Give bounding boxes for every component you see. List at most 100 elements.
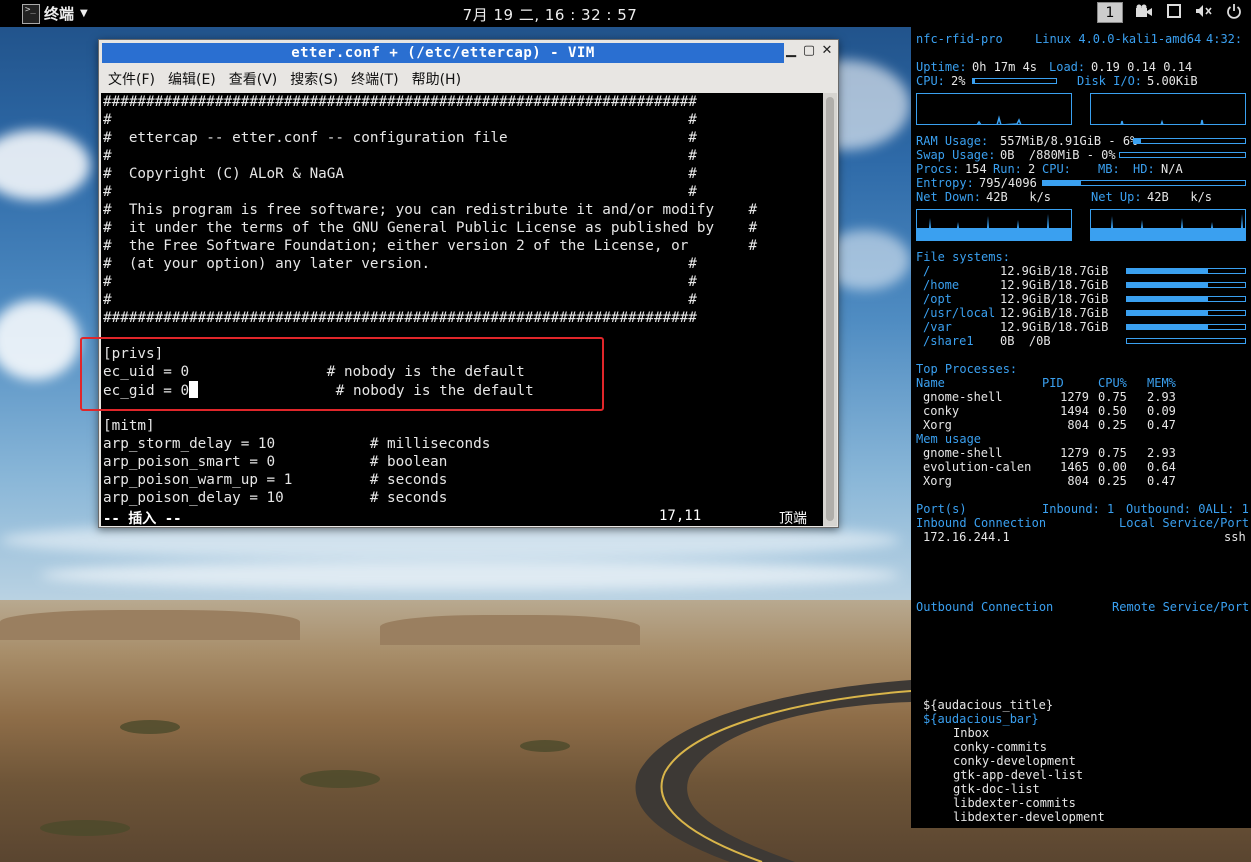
terminal-text-area[interactable]: ########################################… [101, 93, 823, 526]
editor-line: arp_poison_delay = 10 # seconds [103, 490, 448, 506]
proc-header-cpu: CPU% [1098, 376, 1127, 390]
fs-usage-bar-fill [1127, 269, 1209, 273]
disk-value: 5.00KiB [1147, 74, 1198, 88]
menu-edit[interactable]: 编辑(E) [168, 69, 216, 89]
fs-usage: 12.9GiB/18.7GiB [1000, 278, 1109, 292]
menu-terminal[interactable]: 终端(T) [351, 69, 398, 89]
disk-label: Disk I/O: [1077, 74, 1143, 88]
power-icon[interactable] [1225, 3, 1243, 23]
proc-pid: 804 [1067, 474, 1089, 488]
mail-folder-item: conky-commits [953, 740, 1047, 754]
entropy-label: Entropy: [916, 176, 974, 190]
proc-name: conky [923, 404, 960, 418]
inbound-ip: 172.16.244.1 [923, 530, 1010, 544]
window-controls: ▁ ▢ ✕ [783, 43, 835, 59]
fs-mount: /opt [923, 292, 952, 306]
entropy-bar [1042, 180, 1246, 186]
fs-usage: 12.9GiB/18.7GiB [1000, 264, 1109, 278]
proc-mem: 2.93 [1147, 446, 1176, 460]
fs-mount: /usr/local [923, 306, 996, 320]
audacious-title: ${audacious_title} [923, 698, 1054, 712]
scrollbar[interactable] [823, 93, 837, 526]
hd-temp-value: N/A [1161, 162, 1183, 176]
window-title[interactable]: etter.conf + (/etc/ettercap) - VIM [102, 43, 784, 63]
proc-mem: 0.09 [1147, 404, 1176, 418]
proc-cpu: 0.00 [1098, 460, 1127, 474]
conky-panel: nfc-rfid-pro Linux 4.0.0-kali1-amd64 4:3… [911, 27, 1251, 828]
cpu-temp-label: CPU: [1042, 162, 1071, 176]
uptime-label: Uptime: [916, 60, 967, 74]
screen-icon[interactable] [1165, 3, 1183, 22]
editor-line: # # [103, 148, 697, 164]
menu-view[interactable]: 查看(V) [229, 69, 278, 89]
scrollbar-thumb[interactable] [826, 97, 834, 521]
editor-line: ########################################… [103, 94, 697, 110]
net-up-graph [1090, 209, 1246, 241]
wallpaper-brush [120, 720, 180, 734]
disk-graph [1090, 93, 1246, 125]
load-label: Load: [1049, 60, 1086, 74]
fs-usage-bar-fill [1127, 325, 1209, 329]
editor-line: # # [103, 112, 697, 128]
mail-folder-item: libdexter-commits [953, 796, 1076, 810]
clock[interactable]: 7月 19 二, 16 : 32 : 57 [0, 4, 1100, 25]
mem-usage-header: Mem usage [916, 432, 982, 446]
camera-icon[interactable] [1135, 3, 1153, 22]
top-bar: >_ 终端 ▼ 7月 19 二, 16 : 32 : 57 1 [0, 0, 1251, 27]
mail-folder-item: gtk-doc-list [953, 782, 1040, 796]
proc-pid: 1279 [1060, 390, 1089, 404]
mail-folder-item: conky-development [953, 754, 1076, 768]
entropy-value: 795/4096 [979, 176, 1037, 190]
fs-usage-bar [1126, 282, 1246, 288]
annotation-highlight-box [80, 337, 604, 411]
proc-pid: 804 [1067, 418, 1089, 432]
maximize-icon[interactable]: ▢ [801, 43, 817, 59]
net-up-value: 42B k/s [1147, 190, 1213, 204]
fs-usage: 12.9GiB/18.7GiB [1000, 320, 1109, 334]
wallpaper-brush [300, 770, 380, 788]
menu-help[interactable]: 帮助(H) [412, 69, 461, 89]
proc-cpu: 0.75 [1098, 390, 1127, 404]
close-icon[interactable]: ✕ [819, 43, 835, 59]
proc-cpu: 0.25 [1098, 418, 1127, 432]
cursor-position: 17,11 [659, 508, 702, 524]
conky-kernel: Linux 4.0.0-kali1-amd64 [1035, 32, 1202, 46]
workspace-indicator[interactable]: 1 [1097, 2, 1123, 23]
proc-name: gnome-shell [923, 390, 1003, 404]
cpu-label: CPU: [916, 74, 945, 88]
editor-line: # # [103, 292, 697, 308]
conky-time: 4:32: [1206, 32, 1243, 46]
editor-line: ########################################… [103, 310, 697, 326]
load-value: 0.19 0.14 0.14 [1091, 60, 1193, 74]
mail-folder-item: gtk-app-devel-list [953, 768, 1084, 782]
net-down-value: 42B k/s [986, 190, 1052, 204]
system-tray: 1 [1097, 2, 1243, 23]
minimize-icon[interactable]: ▁ [783, 43, 799, 59]
outbound-connection-header: Outbound Connection [916, 600, 1054, 614]
fs-mount: /home [923, 278, 960, 292]
menu-search[interactable]: 搜索(S) [290, 69, 338, 89]
fs-mount: /share1 [923, 334, 974, 348]
proc-pid: 1279 [1060, 446, 1089, 460]
fs-usage-bar-fill [1127, 297, 1209, 301]
menu-file[interactable]: 文件(F) [108, 69, 155, 89]
swap-bar [1119, 152, 1246, 158]
procs-label: Procs: [916, 162, 960, 176]
inbound-connection-header: Inbound Connection [916, 516, 1047, 530]
net-down-graph [916, 209, 1072, 241]
volume-muted-icon[interactable] [1195, 3, 1213, 22]
net-down-graph-plot [917, 214, 1071, 240]
cpu-graph-plot [976, 115, 1022, 124]
uptime-value: 0h 17m 4s [972, 60, 1038, 74]
vim-window[interactable]: etter.conf + (/etc/ettercap) - VIM ▁ ▢ ✕… [98, 39, 839, 528]
proc-name: gnome-shell [923, 446, 1003, 460]
mb-temp-label: MB: [1098, 162, 1120, 176]
proc-mem: 2.93 [1147, 390, 1176, 404]
audacious-bar: ${audacious_bar} [923, 712, 1039, 726]
proc-name: Xorg [923, 474, 952, 488]
disk-graph-plot [1120, 119, 1204, 124]
net-up-graph-plot [1091, 214, 1245, 240]
editor-line: arp_poison_warm_up = 1 # seconds [103, 472, 448, 488]
swap-value: 0B /880MiB - 0% [1000, 148, 1116, 162]
editor-line: # This program is free software; you can… [103, 202, 758, 218]
